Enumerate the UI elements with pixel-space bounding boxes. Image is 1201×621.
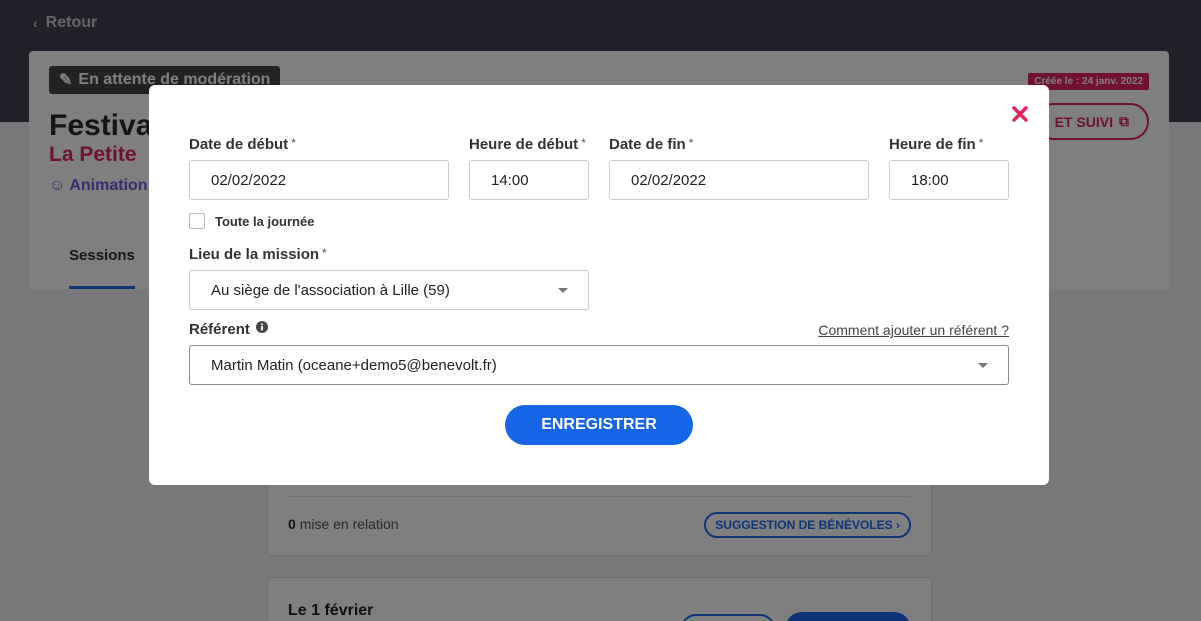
location-select[interactable]: Au siège de l'association à Lille (59) bbox=[189, 270, 589, 310]
referent-label: Référent bbox=[189, 321, 250, 338]
save-button[interactable]: ENREGISTRER bbox=[505, 405, 693, 445]
end-date-input[interactable]: 02/02/2022 bbox=[609, 160, 869, 200]
caret-down-icon bbox=[978, 363, 988, 368]
referent-select[interactable]: Martin Matin (oceane+demo5@benevolt.fr) bbox=[189, 345, 1009, 385]
end-time-label: Heure de fin * bbox=[889, 136, 984, 153]
end-time-input[interactable]: 18:00 bbox=[889, 160, 1009, 200]
location-label: Lieu de la mission * bbox=[189, 246, 327, 263]
info-icon[interactable] bbox=[256, 321, 268, 333]
all-day-checkbox[interactable] bbox=[189, 213, 205, 229]
all-day-row: Toute la journée bbox=[189, 213, 314, 229]
start-date-input[interactable]: 02/02/2022 bbox=[189, 160, 449, 200]
session-edit-modal: Date de début * 02/02/2022 Heure de début… bbox=[149, 85, 1049, 485]
start-time-label: Heure de début * bbox=[469, 136, 586, 153]
close-icon[interactable] bbox=[1011, 105, 1029, 123]
all-day-label[interactable]: Toute la journée bbox=[215, 214, 314, 229]
start-date-label: Date de début * bbox=[189, 136, 296, 153]
add-referent-help-link[interactable]: Comment ajouter un référent ? bbox=[818, 322, 1009, 338]
end-date-label: Date de fin * bbox=[609, 136, 694, 153]
start-time-input[interactable]: 14:00 bbox=[469, 160, 589, 200]
caret-down-icon bbox=[558, 288, 568, 293]
